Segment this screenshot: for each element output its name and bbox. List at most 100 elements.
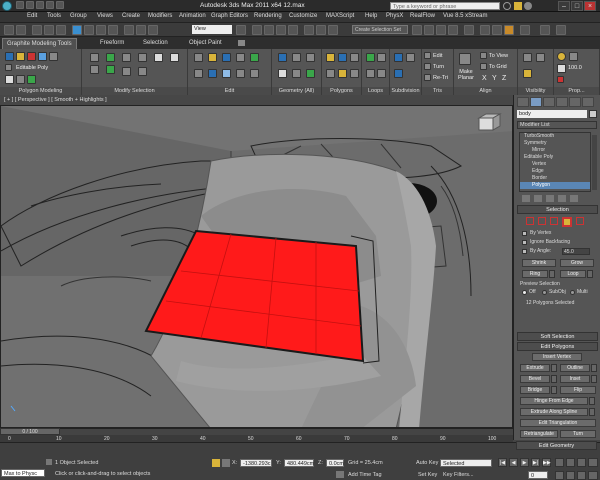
panel-loops-title[interactable]: Loops bbox=[362, 87, 389, 95]
panel-tris-title[interactable]: Tris bbox=[422, 87, 453, 95]
ring-spinner[interactable] bbox=[549, 270, 555, 278]
zoom-value[interactable]: 100.0 bbox=[568, 65, 582, 71]
schematic-view-icon[interactable] bbox=[448, 25, 458, 35]
minimize-button[interactable]: – bbox=[558, 1, 570, 11]
current-frame-field[interactable]: 0 bbox=[528, 471, 548, 479]
cap-poly-icon[interactable] bbox=[292, 69, 301, 78]
outline-settings-icon[interactable] bbox=[591, 364, 597, 372]
constraint-edge-icon[interactable] bbox=[222, 69, 231, 78]
attach-icon[interactable] bbox=[306, 53, 315, 62]
unlink-icon[interactable] bbox=[44, 25, 54, 35]
display-tab-icon[interactable] bbox=[569, 97, 581, 107]
inset-icon[interactable] bbox=[350, 53, 359, 62]
menu-views[interactable]: Views bbox=[97, 13, 113, 19]
configure-sets-icon[interactable] bbox=[570, 195, 578, 202]
preview-off-radio[interactable] bbox=[522, 290, 527, 295]
scale-icon[interactable] bbox=[148, 25, 158, 35]
outline-button[interactable]: Outline bbox=[560, 364, 590, 372]
remove-modifier-icon[interactable] bbox=[558, 195, 566, 202]
hinge-from-edge-button[interactable]: Hinge From Edge bbox=[520, 397, 588, 405]
align-z-button[interactable]: Z bbox=[502, 75, 506, 82]
polygon-mode-icon[interactable] bbox=[38, 52, 47, 61]
grow-icon[interactable] bbox=[90, 53, 99, 62]
add-time-tag-button[interactable]: Add Time Tag bbox=[348, 472, 382, 478]
inset-button[interactable]: Inset bbox=[560, 375, 590, 383]
field-of-view-icon[interactable] bbox=[588, 458, 598, 467]
retri-icon[interactable] bbox=[424, 74, 431, 81]
set-key-button[interactable]: Set Key bbox=[418, 472, 437, 478]
modifier-stack-icon[interactable] bbox=[5, 64, 12, 71]
extrude-settings-icon[interactable] bbox=[551, 364, 557, 372]
undo-icon[interactable] bbox=[46, 1, 54, 9]
stack-item-editable-poly[interactable]: Editable Poly bbox=[520, 154, 590, 161]
flip-icon[interactable] bbox=[350, 69, 359, 78]
quickslice-icon[interactable] bbox=[208, 53, 217, 62]
play-icon[interactable]: ▶ bbox=[520, 458, 529, 467]
grow-button[interactable]: Grow bbox=[560, 259, 594, 267]
menu-rendering[interactable]: Rendering bbox=[254, 13, 282, 19]
search-input[interactable]: Type a keyword or phrase bbox=[390, 2, 500, 10]
detach-icon[interactable] bbox=[278, 69, 287, 78]
border-mode-icon[interactable] bbox=[27, 52, 36, 61]
panel-modify-selection-title[interactable]: Modify Selection bbox=[82, 87, 187, 95]
paint-connect-icon[interactable] bbox=[194, 69, 203, 78]
stack-item-border[interactable]: Border bbox=[520, 175, 590, 182]
object-name-field[interactable]: body bbox=[517, 110, 587, 118]
reference-coordinate-select[interactable]: View bbox=[192, 25, 232, 34]
rendered-frame-icon[interactable] bbox=[492, 25, 502, 35]
snap-toggle-icon[interactable] bbox=[252, 25, 262, 35]
menu-help[interactable]: Help bbox=[365, 13, 377, 19]
panel-visibility-title[interactable]: Visibility bbox=[518, 87, 553, 95]
constraint-face-icon[interactable] bbox=[236, 69, 245, 78]
select-object-icon[interactable] bbox=[72, 25, 82, 35]
hide-unselected-icon[interactable] bbox=[536, 53, 545, 62]
extrude-icon[interactable] bbox=[326, 53, 335, 62]
grow-loop-icon[interactable] bbox=[154, 53, 163, 62]
edit-triangulation-button[interactable]: Edit Triangulation bbox=[520, 419, 596, 427]
menu-physx[interactable]: PhysX bbox=[386, 13, 403, 19]
bridge-settings-icon[interactable] bbox=[551, 386, 557, 394]
by-angle-checkbox[interactable] bbox=[522, 249, 527, 254]
color-swatch-icon[interactable] bbox=[569, 52, 578, 61]
material-id-icon[interactable] bbox=[557, 76, 564, 83]
link-icon[interactable] bbox=[32, 25, 42, 35]
preview-multi-radio[interactable] bbox=[570, 290, 575, 295]
snap-icon[interactable] bbox=[5, 75, 14, 84]
save-file-icon[interactable] bbox=[36, 1, 44, 9]
key-filters-button[interactable]: Key Filters... bbox=[443, 472, 474, 478]
to-grid-label[interactable]: To Grid bbox=[489, 64, 507, 70]
vertex-mode-icon[interactable] bbox=[5, 52, 14, 61]
menu-customize[interactable]: Customize bbox=[289, 13, 317, 19]
outline-selection-icon[interactable] bbox=[122, 67, 131, 76]
spinner-snap-icon[interactable] bbox=[288, 25, 298, 35]
stack-item-symmetry[interactable]: Symmetry bbox=[520, 140, 590, 147]
graphite-toggle-icon[interactable] bbox=[424, 25, 434, 35]
smoothing-icon[interactable] bbox=[557, 52, 566, 61]
menu-animation[interactable]: Animation bbox=[179, 13, 206, 19]
create-icon[interactable] bbox=[292, 53, 301, 62]
app-logo-icon[interactable] bbox=[2, 1, 12, 11]
zoom-region-icon[interactable] bbox=[566, 471, 575, 480]
to-grid-icon[interactable] bbox=[480, 63, 487, 70]
stack-item-turbosmooth[interactable]: TurboSmooth bbox=[520, 133, 590, 140]
layer-manager-icon[interactable] bbox=[412, 25, 422, 35]
grow-ring-icon[interactable] bbox=[170, 53, 179, 62]
hierarchy-tab-icon[interactable] bbox=[543, 97, 555, 107]
maxscript-listener-field[interactable]: Max to Physc bbox=[1, 469, 45, 477]
stack-item-mirror[interactable]: Mirror bbox=[520, 147, 590, 154]
edit-geometry-rollout[interactable]: Edit Geometry bbox=[516, 441, 597, 450]
toolbar-extra2-icon[interactable] bbox=[556, 25, 566, 35]
align-x-button[interactable]: X bbox=[482, 75, 487, 82]
menu-maxscript[interactable]: MAXScript bbox=[326, 13, 354, 19]
motion-tab-icon[interactable] bbox=[556, 97, 568, 107]
goto-start-icon[interactable]: |◀ bbox=[498, 458, 507, 467]
menu-edit[interactable]: Edit bbox=[27, 13, 37, 19]
time-tag-icon[interactable] bbox=[336, 471, 344, 478]
selection-rollout[interactable]: Selection bbox=[517, 205, 598, 214]
turn-button[interactable]: Turn bbox=[560, 430, 596, 438]
show-end-result-icon[interactable] bbox=[534, 195, 542, 202]
constraint-normal-icon[interactable] bbox=[250, 69, 259, 78]
extrude-button[interactable]: Extrude bbox=[520, 364, 550, 372]
lock-selection-icon[interactable] bbox=[212, 459, 220, 467]
rectangular-selection-icon[interactable] bbox=[96, 25, 106, 35]
